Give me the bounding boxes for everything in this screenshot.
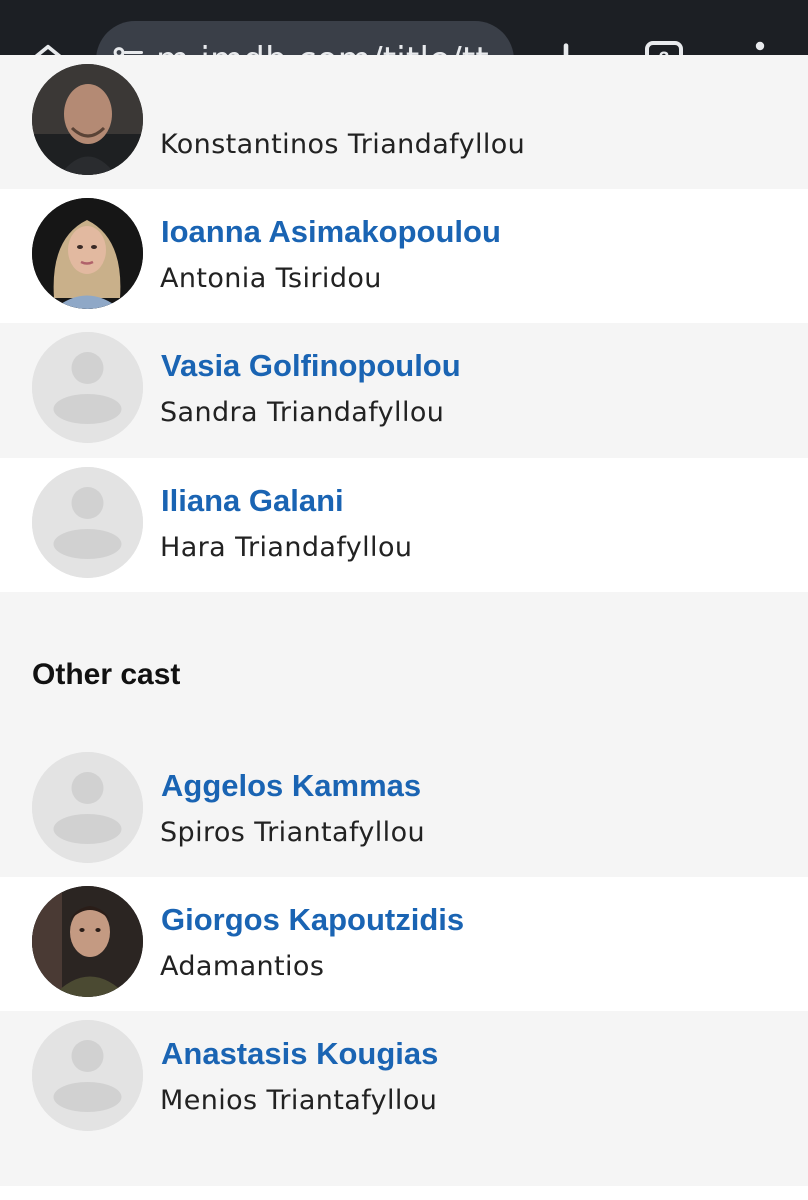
avatar-placeholder bbox=[32, 752, 143, 863]
character-name: Spiros Triantafyllou bbox=[160, 817, 426, 848]
avatar-placeholder bbox=[32, 467, 143, 578]
character-name: Konstantinos Triandafyllou bbox=[160, 129, 526, 160]
section-title: Other cast bbox=[32, 658, 181, 691]
person-placeholder-icon bbox=[32, 332, 143, 443]
character-name: Antonia Tsiridou bbox=[160, 263, 382, 294]
actor-name[interactable]: Ioanna Asimakopoulou bbox=[161, 214, 501, 250]
woman-photo-icon bbox=[32, 198, 143, 309]
actor-name[interactable]: Vasia Golfinopoulou bbox=[161, 348, 461, 384]
avatar bbox=[32, 64, 143, 175]
list-item[interactable]: Anastasis Kougias Menios Triantafyllou bbox=[0, 1011, 808, 1145]
actor-name[interactable]: Iliana Galani bbox=[161, 483, 344, 519]
next-list-item-edge bbox=[0, 1186, 808, 1200]
avatar-placeholder bbox=[32, 1020, 143, 1131]
avatar bbox=[32, 886, 143, 997]
actor-name[interactable]: Giorgos Kapoutzidis bbox=[161, 902, 464, 938]
person-placeholder-icon bbox=[32, 467, 143, 578]
avatar bbox=[32, 198, 143, 309]
actor-name[interactable]: Anastasis Kougias bbox=[161, 1036, 438, 1072]
list-item[interactable]: Iliana Galani Hara Triandafyllou bbox=[0, 458, 808, 592]
person-placeholder-icon bbox=[32, 1020, 143, 1131]
avatar-placeholder bbox=[32, 332, 143, 443]
list-item[interactable]: Vasia Golfinopoulou Sandra Triandafyllou bbox=[0, 323, 808, 457]
character-name: Hara Triandafyllou bbox=[160, 532, 413, 563]
man-photo-icon bbox=[32, 886, 143, 997]
character-name: Menios Triantafyllou bbox=[160, 1085, 438, 1116]
list-item[interactable]: Ioanna Asimakopoulou Antonia Tsiridou bbox=[0, 189, 808, 323]
character-name: Sandra Triandafyllou bbox=[160, 397, 445, 428]
man-photo-icon bbox=[32, 64, 143, 175]
list-item[interactable]: Konstantinos Triandafyllou bbox=[0, 55, 808, 189]
list-item[interactable]: Giorgos Kapoutzidis Adamantios bbox=[0, 877, 808, 1011]
person-placeholder-icon bbox=[32, 752, 143, 863]
list-item[interactable]: Aggelos Kammas Spiros Triantafyllou bbox=[0, 743, 808, 877]
character-name: Adamantios bbox=[160, 951, 325, 982]
actor-name[interactable]: Aggelos Kammas bbox=[161, 768, 421, 804]
